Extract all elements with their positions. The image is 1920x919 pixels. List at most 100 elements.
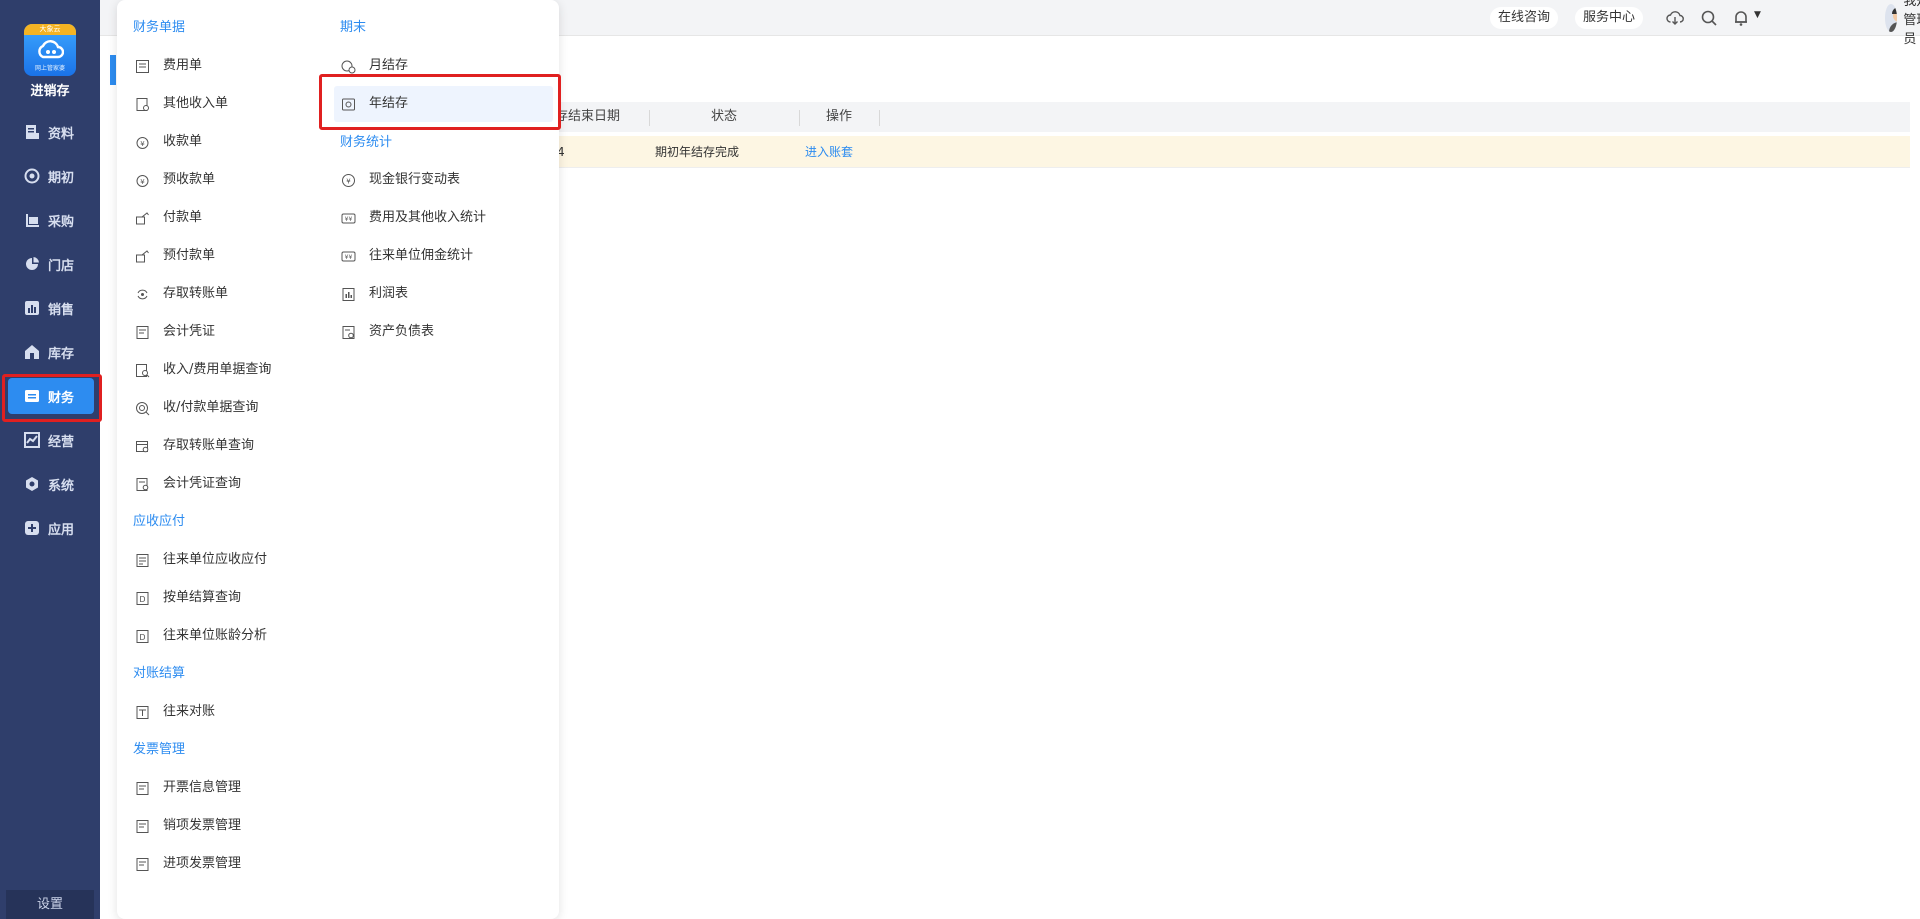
finance-menu: 财务单据 费用单 其他收入单 ¥ 收款单 ¥ 预收款单 付款单 预付款单 存取转…	[117, 0, 559, 919]
svg-text:¥: ¥	[140, 178, 145, 186]
sidebar-item-apps[interactable]: 应用	[8, 510, 94, 546]
sidebar-item-label: 应用	[48, 522, 75, 538]
sidebar-item-data[interactable]: 资料	[8, 114, 94, 150]
menu-item-receipt-payment-query[interactable]: 收/付款单据查询	[135, 397, 258, 419]
sidebar-item-store[interactable]: 门店	[8, 246, 94, 282]
menu-item-payment[interactable]: 付款单	[135, 207, 202, 229]
sidebar-item-purchase[interactable]: 采购	[8, 202, 94, 238]
chart-document-icon	[342, 325, 355, 339]
column-header-action: 操作	[826, 109, 853, 124]
cell-status: 期初年结存完成	[655, 145, 740, 159]
app-logo[interactable]: 大象云 网上管家婆	[24, 24, 76, 76]
pie-icon	[26, 257, 39, 270]
warehouse-icon	[25, 345, 39, 359]
menu-item-advance-receipt[interactable]: ¥ 预收款单	[135, 169, 215, 191]
sidebar-item-label: 资料	[48, 126, 75, 142]
trend-icon	[24, 432, 40, 448]
menu-item-expense[interactable]: 费用单	[135, 55, 202, 77]
menu-item-cash-bank-changes[interactable]: ¥ 现金银行变动表	[341, 169, 460, 191]
sidebar-item-opening[interactable]: 期初	[8, 158, 94, 194]
menu-item-voucher[interactable]: 会计凭证	[135, 321, 215, 343]
menu-item-settlement-query[interactable]: D 按单结算查询	[135, 587, 241, 609]
invoice-icon	[136, 857, 149, 871]
file-icon	[26, 125, 39, 139]
menu-item-partner-reconciliation[interactable]: 往来对账	[135, 701, 215, 723]
sidebar-item-label: 期初	[48, 170, 75, 186]
sidebar: 大象云 网上管家婆 进销存 资料 期初 采购 门店 销售 库存 财务 经营 系统…	[0, 0, 100, 919]
target-icon	[24, 168, 40, 184]
gear-icon	[26, 477, 38, 491]
enter-account-link[interactable]: 进入账套	[805, 136, 853, 168]
settings-button[interactable]: 设置	[6, 890, 94, 919]
chart-document-icon	[342, 287, 355, 301]
sidebar-item-sales[interactable]: 销售	[8, 290, 94, 326]
menu-item-partner-receivables[interactable]: 往来单位应收应付	[135, 549, 267, 571]
menu-item-transfer-query[interactable]: 存取转账单查询	[135, 435, 254, 457]
payment-icon	[136, 249, 149, 262]
menu-item-income-expense-query[interactable]: 收入/费用单据查询	[135, 359, 271, 381]
menu-item-aging-analysis[interactable]: D 往来单位账龄分析	[135, 625, 267, 647]
user-menu[interactable]: 我是管理员 ▼	[1885, 0, 1920, 47]
sidebar-item-label: 销售	[48, 302, 75, 318]
online-consult-button[interactable]: 在线咨询	[1490, 7, 1559, 29]
sidebar-item-operations[interactable]: 经营	[8, 422, 94, 458]
section-title-reconciliation: 对账结算	[133, 666, 186, 681]
coin-icon: ¥	[342, 173, 355, 187]
menu-item-input-invoice[interactable]: 进项发票管理	[135, 853, 241, 875]
cloud-download-icon[interactable]	[1666, 9, 1684, 27]
user-name: 我是管理员	[1903, 0, 1920, 47]
sidebar-item-inventory[interactable]: 库存	[8, 334, 94, 370]
menu-item-output-invoice[interactable]: 销项发票管理	[135, 815, 241, 837]
document-icon	[136, 325, 149, 339]
menu-item-other-income[interactable]: 其他收入单	[135, 93, 228, 115]
invoice-icon	[136, 819, 149, 833]
highlight-annotation	[2, 374, 102, 422]
section-title-receivables-payables: 应收应付	[133, 514, 186, 529]
svg-text:D: D	[139, 595, 145, 604]
search-document-icon	[136, 363, 150, 377]
payment-icon	[136, 211, 149, 224]
menu-item-income-statement[interactable]: 利润表	[341, 283, 408, 305]
section-title-invoice-management: 发票管理	[133, 742, 186, 757]
document-icon	[136, 553, 149, 567]
search-document-icon	[136, 440, 149, 452]
table-header: 存结束日期 状态 操作	[555, 102, 1910, 132]
section-title-period-end: 期末	[340, 20, 367, 35]
document-icon: D	[136, 629, 149, 643]
sidebar-item-system[interactable]: 系统	[8, 466, 94, 502]
column-header-end-date: 存结束日期	[555, 109, 621, 124]
invoice-icon	[136, 781, 149, 795]
sidebar-item-label: 采购	[48, 214, 75, 230]
highlight-annotation	[319, 74, 561, 130]
column-header-status: 状态	[711, 109, 738, 124]
document-icon	[136, 705, 149, 719]
menu-item-receipt[interactable]: ¥ 收款单	[135, 131, 202, 153]
purchase-icon	[26, 214, 39, 227]
chevron-down-icon[interactable]: ▼	[1754, 10, 1761, 20]
column-divider	[799, 110, 800, 126]
menu-item-billing-info[interactable]: 开票信息管理	[135, 777, 241, 799]
cloud-icon	[38, 40, 64, 59]
plus-box-icon	[25, 521, 39, 535]
bar-chart-icon	[25, 301, 39, 315]
menu-item-balance-sheet[interactable]: 资产负债表	[341, 321, 434, 343]
coin-icon: ¥	[136, 174, 149, 187]
tab-indicator	[110, 55, 116, 85]
document-icon: D	[136, 591, 149, 605]
calendar-coin-icon	[341, 60, 356, 73]
column-divider	[649, 110, 650, 126]
search-document-icon	[136, 477, 149, 491]
table-row[interactable]: 4 期初年结存完成 进入账套	[555, 136, 1910, 168]
menu-item-prepayment[interactable]: 预付款单	[135, 245, 215, 267]
sidebar-item-label: 系统	[48, 478, 75, 494]
service-center-button[interactable]: 服务中心	[1575, 7, 1644, 29]
search-icon[interactable]	[1700, 9, 1718, 27]
svg-text:¥: ¥	[346, 177, 351, 185]
menu-item-commission-stats[interactable]: ¥¥ 往来单位佣金统计	[341, 245, 473, 267]
section-title-finance-stats: 财务统计	[340, 135, 393, 150]
menu-item-expense-income-stats[interactable]: ¥¥ 费用及其他收入统计	[341, 207, 486, 229]
svg-text:¥: ¥	[140, 140, 145, 148]
menu-item-transfer[interactable]: 存取转账单	[135, 283, 228, 305]
bell-icon[interactable]	[1732, 9, 1750, 27]
menu-item-voucher-query[interactable]: 会计凭证查询	[135, 473, 241, 495]
